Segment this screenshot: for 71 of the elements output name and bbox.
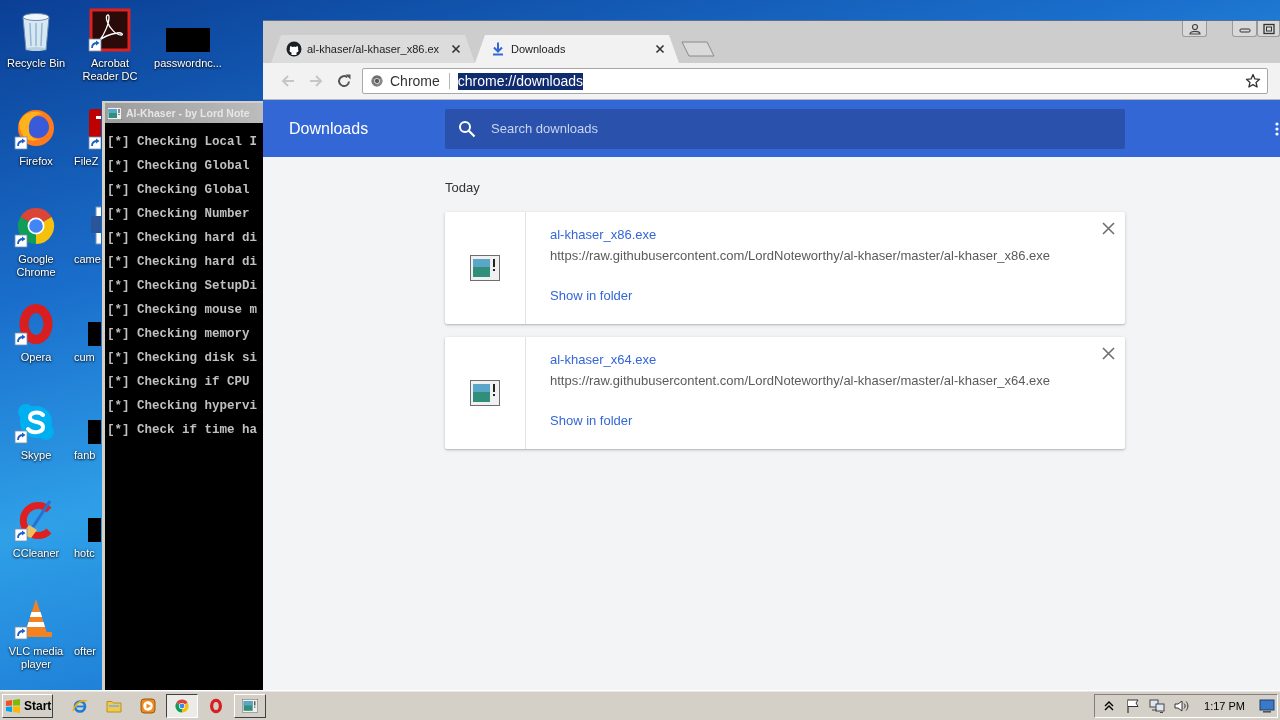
- reload-icon[interactable]: [336, 73, 352, 89]
- app-window-icon: [242, 697, 258, 714]
- desktop-shortcut[interactable]: hotc: [74, 498, 101, 560]
- desktop-shortcut[interactable]: fanb: [74, 400, 101, 462]
- console-line: [*] Checking hard di: [107, 230, 258, 247]
- desktop-shortcut[interactable]: Opera: [0, 302, 72, 364]
- opera-icon: [208, 697, 224, 714]
- github-icon: [286, 41, 302, 57]
- chrome-icon: [174, 697, 190, 714]
- desktop-shortcut[interactable]: passwordnc...: [148, 8, 228, 70]
- browser-icon: [72, 697, 88, 714]
- media-player-icon: [140, 697, 156, 714]
- profile-button[interactable]: [1182, 21, 1207, 37]
- desktop-shortcut[interactable]: Google Chrome: [0, 204, 72, 279]
- url-text[interactable]: chrome://downloads: [457, 72, 584, 90]
- maximize-button[interactable]: [1257, 21, 1280, 37]
- desktop-shortcut[interactable]: CCleaner: [0, 498, 72, 560]
- app-window-icon: [470, 380, 500, 406]
- file-url: https://raw.githubusercontent.com/LordNoteworthy/al-khaser/master/al-khaser_x64.exe: [550, 373, 1051, 389]
- close-icon[interactable]: [653, 42, 667, 56]
- download-icon: [490, 41, 506, 57]
- windows-flag-icon: [5, 697, 21, 714]
- clock-text[interactable]: 1:17 PM: [1204, 699, 1245, 712]
- more-icon[interactable]: [1275, 121, 1279, 136]
- start-button[interactable]: Start: [2, 693, 53, 718]
- chrome-logo-icon: [370, 74, 384, 88]
- desktop-shortcut[interactable]: VLC media player: [0, 596, 72, 671]
- console-line: [*] Checking Number: [107, 206, 250, 223]
- app-window-icon: [470, 255, 500, 281]
- console-line: [*] Checking mouse m: [107, 302, 258, 319]
- app-window-icon: [107, 106, 122, 120]
- console-line: [*] Checking disk si: [107, 350, 258, 367]
- maximize-icon: [1261, 22, 1276, 35]
- taskbar-button[interactable]: [166, 693, 198, 718]
- console-line: [*] Checking Global: [107, 182, 250, 199]
- close-icon[interactable]: [1102, 347, 1115, 360]
- bookmark-star-icon[interactable]: [1245, 73, 1261, 89]
- desktop-shortcut[interactable]: Acrobat Reader DC: [72, 8, 148, 83]
- browser-tab[interactable]: al-khaser/al-khaser_x86.ex: [271, 35, 475, 63]
- desktop-shortcut[interactable]: cum: [74, 302, 101, 364]
- close-icon[interactable]: [1102, 222, 1115, 235]
- desktop-shortcut[interactable]: Skype: [0, 400, 72, 462]
- section-heading: Today: [445, 180, 480, 196]
- browser-tab[interactable]: Downloads: [475, 35, 679, 63]
- console-line: [*] Checking if CPU: [107, 374, 250, 391]
- show-in-folder-link[interactable]: Show in folder: [550, 288, 633, 304]
- console-line: [*] Checking SetupDi: [107, 278, 258, 295]
- person-icon: [1187, 22, 1202, 35]
- console-line: [*] Checking memory: [107, 326, 250, 343]
- search-icon: [458, 119, 476, 138]
- search-input[interactable]: Search downloads: [491, 121, 791, 136]
- console-line: [*] Check if time ha: [107, 422, 258, 439]
- desktop-shortcut[interactable]: Recycle Bin: [0, 8, 72, 70]
- file-link[interactable]: al-khaser_x64.exe: [550, 352, 657, 368]
- page-title: Downloads: [289, 119, 369, 137]
- desktop-shortcut[interactable]: ofter: [74, 645, 101, 658]
- show-in-folder-link[interactable]: Show in folder: [550, 413, 633, 429]
- show-desktop-icon[interactable]: [1259, 697, 1275, 714]
- file-link[interactable]: al-khaser_x86.exe: [550, 227, 657, 243]
- console-line: [*] Checking Global: [107, 158, 250, 175]
- file-url: https://raw.githubusercontent.com/LordNoteworthy/al-khaser/master/al-khaser_x86.exe: [550, 248, 1051, 264]
- console-line: [*] Checking hypervi: [107, 398, 258, 415]
- address-bar[interactable]: Chrome chrome://downloads: [362, 68, 1268, 94]
- flag-icon[interactable]: [1125, 697, 1142, 714]
- console-line: [*] Checking hard di: [107, 254, 258, 271]
- site-info-button[interactable]: Chrome: [370, 73, 440, 89]
- speaker-icon[interactable]: [1173, 697, 1190, 714]
- network-icon[interactable]: [1149, 697, 1166, 714]
- console-line: [*] Checking Local I: [107, 134, 258, 151]
- close-icon[interactable]: [449, 42, 463, 56]
- desktop-shortcut[interactable]: Firefox: [0, 106, 72, 168]
